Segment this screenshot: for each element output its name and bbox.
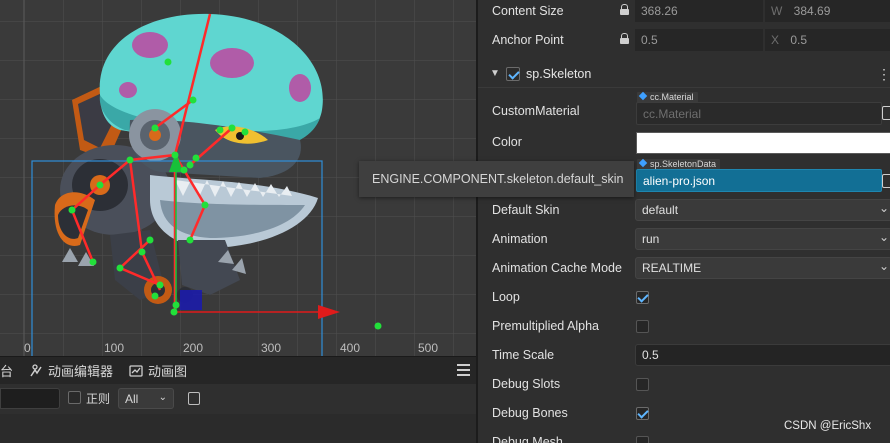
anchor-y-value: 0.5 xyxy=(790,33,808,47)
animation-row: Animation run ⌄ xyxy=(478,225,890,254)
more-options-icon[interactable]: ⋮ xyxy=(877,66,890,83)
loop-checkbox[interactable] xyxy=(636,291,649,304)
time-scale-value: 0.5 xyxy=(642,348,659,362)
time-scale-field[interactable]: 0.5 xyxy=(635,344,890,366)
bottom-panel-tabs: 台 动画编辑器 动画图 xyxy=(0,356,476,384)
ruler-label-300: 300 xyxy=(261,341,282,355)
debug-bones-checkbox[interactable] xyxy=(636,407,649,420)
default-skin-select[interactable]: default ⌄ xyxy=(635,199,890,221)
tab-label: 动画图 xyxy=(148,365,188,380)
time-scale-label: Time Scale xyxy=(492,348,555,362)
asset-diamond-icon xyxy=(638,91,648,101)
lock-icon[interactable] xyxy=(620,4,629,15)
content-size-height-field[interactable]: W 384.69 xyxy=(765,0,890,22)
debug-slots-label: Debug Slots xyxy=(492,377,561,391)
color-swatch[interactable] xyxy=(636,132,890,154)
chevron-down-icon: ⌄ xyxy=(878,201,889,215)
tab-label: 台 xyxy=(0,365,14,380)
regex-checkbox[interactable] xyxy=(68,391,81,404)
anchor-x-field[interactable]: 0.5 xyxy=(635,29,763,51)
content-size-width-value: 368.26 xyxy=(641,4,678,18)
content-size-width-field[interactable]: 368.26 xyxy=(635,0,763,22)
custom-material-label: CustomMaterial xyxy=(492,104,580,118)
animation-label: Animation xyxy=(492,232,548,246)
cache-mode-label: Animation Cache Mode xyxy=(492,261,622,275)
animation-value: run xyxy=(642,232,660,246)
default-skin-value: default xyxy=(642,203,679,217)
property-tooltip: ENGINE.COMPONENT.skeleton.default_skin xyxy=(359,161,634,197)
anchor-x-value: 0.5 xyxy=(641,33,658,47)
tooltip-text: ENGINE.COMPONENT.skeleton.default_skin xyxy=(372,172,624,186)
debug-mesh-checkbox[interactable] xyxy=(636,436,649,443)
default-skin-label: Default Skin xyxy=(492,203,560,217)
premultiplied-alpha-label: Premultiplied Alpha xyxy=(492,319,600,333)
loop-label: Loop xyxy=(492,290,520,304)
regex-label: 正则 xyxy=(86,392,111,406)
locate-asset-icon[interactable] xyxy=(882,106,890,120)
time-scale-row: Time Scale 0.5 xyxy=(478,341,890,370)
premultiplied-alpha-row: Premultiplied Alpha xyxy=(478,312,890,341)
material-type-label: cc.Material xyxy=(650,92,694,102)
chevron-down-icon: ⌄ xyxy=(878,259,889,273)
anchor-point-row: Anchor Point 0.5 X 0.5 xyxy=(478,26,890,55)
tab-animation-graph[interactable]: 动画图 xyxy=(123,357,197,385)
watermark: CSDN @EricShx xyxy=(784,420,872,432)
custom-material-placeholder: cc.Material xyxy=(643,107,702,121)
clear-log-icon[interactable] xyxy=(188,392,200,405)
locate-asset-icon[interactable] xyxy=(882,174,890,188)
chevron-down-icon: ⌄ xyxy=(878,230,889,244)
ruler-label-200: 200 xyxy=(183,341,204,355)
chevron-down-icon: ⌄ xyxy=(158,392,167,403)
cache-mode-select[interactable]: REALTIME ⌄ xyxy=(635,257,890,279)
lock-icon[interactable] xyxy=(620,33,629,44)
anchor-y-field[interactable]: X 0.5 xyxy=(765,29,890,51)
console-output xyxy=(0,414,476,443)
debug-slots-row: Debug Slots xyxy=(478,370,890,399)
x-axis-label: X xyxy=(771,33,780,47)
panel-menu-icon[interactable] xyxy=(457,364,470,376)
tab-console[interactable]: 台 xyxy=(0,357,23,385)
log-level-value: All xyxy=(125,392,139,406)
tab-label: 动画编辑器 xyxy=(48,365,114,380)
debug-mesh-label: Debug Mesh xyxy=(492,435,563,443)
ruler-label-100: 100 xyxy=(104,341,125,355)
component-title: sp.Skeleton xyxy=(526,67,592,81)
skeleton-component-header[interactable]: ▼ sp.Skeleton ⋮ xyxy=(478,60,890,88)
content-size-height-value: 384.69 xyxy=(793,4,831,18)
width-axis-label: W xyxy=(771,4,783,18)
animation-graph-icon xyxy=(129,364,143,377)
skeleton-data-field[interactable]: alien-pro.json xyxy=(636,169,882,192)
collapse-arrow-icon[interactable]: ▼ xyxy=(490,68,500,79)
tab-animation-editor[interactable]: 动画编辑器 xyxy=(23,357,123,385)
animation-editor-icon xyxy=(30,363,42,376)
cache-mode-row: Animation Cache Mode REALTIME ⌄ xyxy=(478,254,890,283)
skeleton-data-type-label: sp.SkeletonData xyxy=(650,159,717,169)
console-toolbar: 正则 All ⌄ xyxy=(0,384,476,414)
log-level-select[interactable]: All ⌄ xyxy=(118,388,174,409)
asset-diamond-icon xyxy=(638,158,648,168)
debug-bones-label: Debug Bones xyxy=(492,406,568,420)
custom-material-field[interactable]: cc.Material xyxy=(636,102,882,125)
inspector-panel: Content Size 368.26 W 384.69 Anchor Poin… xyxy=(476,0,890,443)
anchor-point-label: Anchor Point xyxy=(492,33,564,47)
ruler-label-500: 500 xyxy=(418,341,439,355)
ruler-label-0: 0 xyxy=(24,341,31,355)
component-enabled-checkbox[interactable] xyxy=(506,67,520,81)
premultiplied-alpha-checkbox[interactable] xyxy=(636,320,649,333)
debug-slots-checkbox[interactable] xyxy=(636,378,649,391)
skeleton-data-value: alien-pro.json xyxy=(643,174,716,188)
ruler-label-400: 400 xyxy=(340,341,361,355)
content-size-label: Content Size xyxy=(492,4,564,18)
color-label: Color xyxy=(492,135,522,149)
content-size-row: Content Size 368.26 W 384.69 xyxy=(478,0,890,26)
default-skin-row: Default Skin default ⌄ xyxy=(478,196,890,225)
console-search-input[interactable] xyxy=(0,388,60,409)
loop-row: Loop xyxy=(478,283,890,312)
cache-mode-value: REALTIME xyxy=(642,261,702,275)
animation-select[interactable]: run ⌄ xyxy=(635,228,890,250)
